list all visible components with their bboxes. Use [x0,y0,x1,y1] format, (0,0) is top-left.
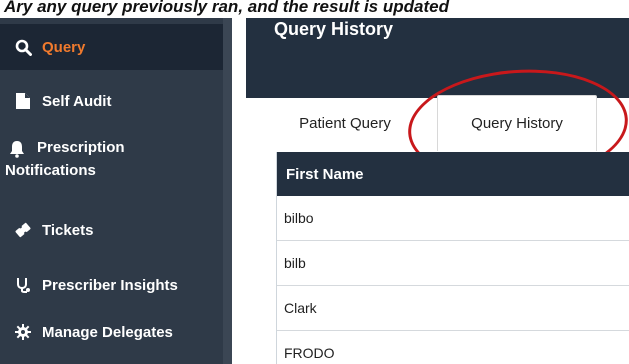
sidebar-item-tickets[interactable]: Tickets [0,213,223,247]
sidebar-item-query[interactable]: Query [0,24,223,70]
column-header-label: First Name [286,165,364,183]
gear-icon [12,324,34,340]
table-row[interactable]: Clark [277,286,629,331]
table-row[interactable]: FRODO [277,331,629,364]
cell-first-name: bilb [284,255,306,271]
results-table: First Name bilbo bilb Clark FRODO [276,152,629,364]
ticket-icon [12,221,34,239]
sidebar-item-label-line2: Notifications [5,162,96,179]
cell-first-name: bilbo [284,210,314,226]
sidebar-item-label: Tickets [42,221,94,239]
sidebar-item-self-audit[interactable]: Self Audit [0,84,223,118]
caption-text: Ary any query previously ran, and the re… [0,0,629,18]
sidebar-item-label: Self Audit [42,92,112,110]
tab-patient-query[interactable]: Patient Query [276,95,414,151]
column-header-first-name[interactable]: First Name [277,152,629,196]
sidebar-item-label: Manage Delegates [42,323,173,341]
sidebar-item-prescriber-insights[interactable]: Prescriber Insights [0,268,223,302]
sidebar-item-label: Prescriber Insights [42,276,178,294]
search-icon [12,39,34,56]
sidebar: Query Self Audit Prescription Notificati… [0,18,232,364]
tab-label: Patient Query [299,114,391,132]
sidebar-gutter [223,18,232,364]
sidebar-item-label: Query [42,38,86,56]
table-row[interactable]: bilbo [277,196,629,241]
table-row[interactable]: bilb [277,241,629,286]
sidebar-item-manage-delegates[interactable]: Manage Delegates [0,315,223,349]
sidebar-item-label-line1: Prescription [37,139,125,156]
stethoscope-icon [12,276,34,294]
cell-first-name: Clark [284,300,317,316]
document-icon [12,92,34,110]
cell-first-name: FRODO [284,345,335,361]
page-title: Query History [274,19,394,39]
sidebar-item-prescription-notifications[interactable]: Prescription Notifications [0,136,223,192]
